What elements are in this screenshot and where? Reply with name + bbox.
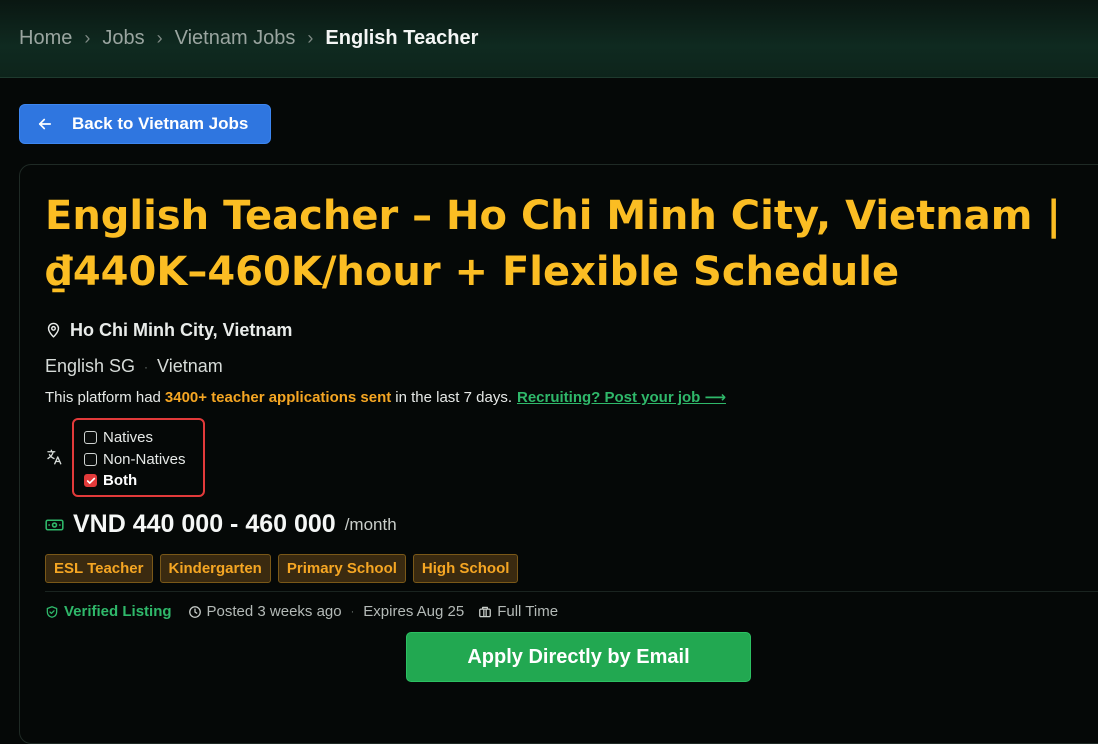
- non-natives-checkbox[interactable]: [84, 452, 97, 466]
- company-country: Vietnam: [157, 356, 223, 376]
- both-checkbox[interactable]: [84, 474, 97, 488]
- top-header: Home › Jobs › Vietnam Jobs › English Tea…: [0, 0, 1098, 78]
- money-icon: [45, 518, 64, 531]
- clock-icon: [188, 605, 201, 618]
- separator-dot: ·: [350, 605, 355, 618]
- apply-by-email-button[interactable]: Apply Directly by Email: [406, 632, 751, 682]
- verified-label: Verified Listing: [64, 603, 172, 620]
- job-location: Ho Chi Minh City, Vietnam: [45, 320, 292, 341]
- divider: [45, 591, 1098, 592]
- job-type: Full Time: [478, 603, 558, 620]
- location-text: Ho Chi Minh City, Vietnam: [70, 320, 293, 340]
- breadcrumb: Home › Jobs › Vietnam Jobs › English Tea…: [19, 27, 478, 50]
- breadcrumb-vietnam-jobs[interactable]: Vietnam Jobs: [175, 27, 296, 50]
- expires-label: Expires Aug 25: [363, 603, 465, 620]
- tag-kindergarten[interactable]: Kindergarten: [159, 554, 271, 583]
- check-icon: [86, 477, 95, 484]
- option-label: Both: [103, 472, 138, 490]
- stats-highlight: 3400+ teacher applications sent: [164, 388, 392, 406]
- posted-label: Posted 3 weeks ago: [206, 603, 342, 620]
- back-button[interactable]: Back to Vietnam Jobs: [19, 104, 271, 144]
- option-both[interactable]: Both: [84, 470, 203, 492]
- breadcrumb-home[interactable]: Home: [19, 27, 72, 50]
- shield-check-icon: [46, 605, 58, 618]
- tag-esl-teacher[interactable]: ESL Teacher: [45, 554, 153, 583]
- stats-prefix: This platform had: [45, 388, 161, 406]
- stats-suffix: in the last 7 days.: [395, 388, 512, 406]
- verified-badge: Verified Listing: [45, 603, 172, 620]
- option-label: Non-Natives: [103, 450, 186, 468]
- salary-unit: /month: [344, 514, 397, 534]
- map-pin-icon: [47, 322, 60, 338]
- tag-high-school[interactable]: High School: [412, 554, 519, 583]
- chevron-right-icon: ›: [307, 28, 314, 48]
- option-natives[interactable]: Natives: [84, 427, 203, 449]
- tag-primary-school[interactable]: Primary School: [277, 554, 406, 583]
- arrow-left-icon: [38, 118, 52, 130]
- platform-stats: This platform had 3400+ teacher applicat…: [45, 388, 726, 407]
- translate-icon: [47, 449, 62, 465]
- back-button-label: Back to Vietnam Jobs: [72, 114, 249, 133]
- chevron-right-icon: ›: [84, 28, 91, 48]
- breadcrumb-current: English Teacher: [325, 27, 479, 49]
- company-line: English SG · Vietnam: [45, 356, 223, 377]
- post-job-link[interactable]: Recruiting? Post your job ⟶: [517, 388, 726, 406]
- natives-checkbox[interactable]: [84, 431, 97, 445]
- job-type-label: Full Time: [497, 603, 559, 620]
- option-non-natives[interactable]: Non-Natives: [84, 449, 203, 471]
- breadcrumb-jobs[interactable]: Jobs: [102, 27, 144, 50]
- separator-dot: ·: [144, 359, 149, 374]
- option-label: Natives: [103, 429, 154, 447]
- native-filter-group: Natives Non-Natives Both: [72, 418, 205, 497]
- salary-amount: VND 440 000 - 460 000: [73, 510, 336, 538]
- job-title: English Teacher – Ho Chi Minh City, Viet…: [45, 193, 1061, 295]
- company-name[interactable]: English SG: [45, 356, 135, 377]
- job-meta: Verified Listing Posted 3 weeks ago · Ex…: [45, 603, 558, 620]
- tag-list: ESL Teacher Kindergarten Primary School …: [45, 554, 525, 583]
- chevron-right-icon: ›: [156, 28, 163, 48]
- salary-line: VND 440 000 - 460 000 /month: [45, 510, 397, 539]
- briefcase-icon: [479, 606, 492, 617]
- posted-info: Posted 3 weeks ago: [188, 603, 342, 620]
